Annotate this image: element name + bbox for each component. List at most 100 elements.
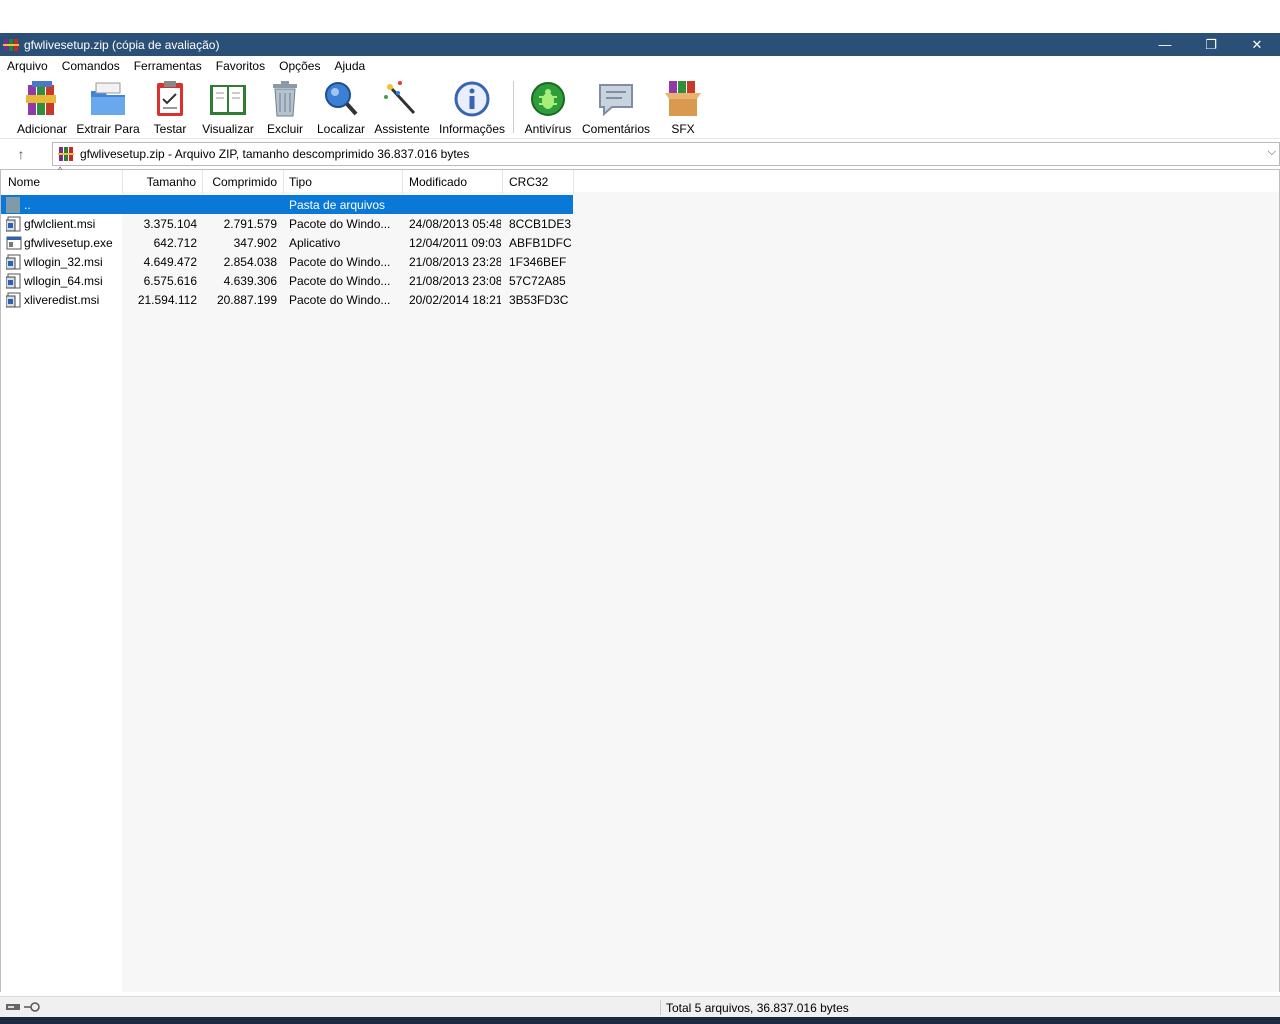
column-header-name[interactable]: Nome ^ [1,165,123,194]
file-name: wllogin_32.msi [24,254,103,269]
address-bar: ↑ gfwlivesetup.zip - Arquivo ZIP, tamanh… [0,141,1280,167]
view-label: Visualizar [202,122,254,136]
file-crc32: 3B53FD3C [509,292,569,307]
menu-comandos[interactable]: Comandos [55,59,127,73]
file-row[interactable]: wllogin_64.msi 6.575.616 4.639.306 Pacote d… [1,271,573,290]
info-icon [452,79,492,119]
file-modified: 21/08/2013 23:28 [409,254,501,269]
file-size: 6.575.616 [143,273,197,288]
comment-icon [596,79,636,119]
file-name: gfwlclient.msi [24,216,96,231]
file-name: gfwlivesetup.exe [24,235,113,250]
file-list: Nome ^ Tamanho Comprimido Tipo Modificad… [0,165,1280,992]
delete-label: Excluir [266,122,303,136]
view-book-icon [208,79,248,119]
file-name: .. [24,197,31,212]
info-button[interactable]: Informações [438,79,506,137]
file-row[interactable]: xliveredist.msi 21.594.112 20.887.199 Pacot… [1,290,573,309]
find-label: Localizar [316,122,366,136]
test-button[interactable]: Testar [150,79,190,137]
extract-folder-icon [88,79,128,119]
file-row[interactable]: gfwlivesetup.exe 642.712 347.902 Aplicativo… [1,233,573,252]
file-crc32: 1F346BEF [509,254,567,269]
sfx-box-icon [663,79,703,119]
file-packed-size: 347.902 [233,235,277,250]
minimize-button[interactable]: — [1142,33,1188,56]
antivirus-bug-icon [528,79,568,119]
column-header-size[interactable]: Tamanho [123,170,203,194]
add-archive-icon [22,79,62,119]
msi-package-icon [5,216,22,232]
menu-arquivo[interactable]: Arquivo [0,59,55,73]
file-type: Pacote do Windo... [289,216,391,231]
file-size [123,195,197,214]
column-header-type[interactable]: Tipo [282,170,403,194]
desktop-top-strip [0,0,1280,33]
view-button[interactable]: Visualizar [200,79,256,137]
file-size: 3.375.104 [143,216,197,231]
comments-button[interactable]: Comentários [580,79,652,137]
parent-folder-row[interactable]: .. Pasta de arquivos [1,195,573,214]
sfx-button[interactable]: SFX [662,79,704,137]
file-type: Pacote do Windo... [289,292,391,307]
column-header-packed[interactable]: Comprimido [203,170,284,194]
status-total-text: Total 5 arquivos, 36.837.016 bytes [666,1001,849,1015]
parent-folder-icon [6,197,22,213]
file-name: xliveredist.msi [24,292,100,307]
file-crc32 [509,195,571,214]
status-separator [660,1000,661,1015]
file-modified: 20/02/2014 18:21 [409,292,501,307]
delete-button[interactable]: Excluir [264,79,306,137]
wizard-label: Assistente [374,122,430,136]
add-button[interactable]: Adicionar [14,79,70,137]
extract-to-label: Extrair Para [76,122,140,136]
name-column-background [1,192,122,992]
taskbar [0,1017,1280,1024]
close-button[interactable]: ✕ [1234,33,1280,56]
file-row[interactable]: gfwlclient.msi 3.375.104 2.791.579 Pacote d… [1,214,573,233]
file-modified: 21/08/2013 23:08 [409,273,501,288]
wizard-button[interactable]: Assistente [374,79,430,137]
file-packed-size: 4.639.306 [223,273,277,288]
menu-ferramentas[interactable]: Ferramentas [127,59,209,73]
file-modified: 24/08/2013 05:48 [409,216,501,231]
antivirus-button[interactable]: Antivírus [522,79,574,137]
trash-icon [265,79,305,119]
menu-favoritos[interactable]: Favoritos [209,59,272,73]
winrar-app-icon [3,37,19,53]
add-label: Adicionar [16,122,68,136]
title-bar[interactable]: gfwlivesetup.zip (cópia de avaliação) — … [0,33,1280,56]
restore-button[interactable]: ❐ [1188,33,1234,56]
file-type: Pacote do Windo... [289,254,391,269]
extract-to-button[interactable]: Extrair Para [76,79,140,137]
file-type: Pasta de arquivos [289,197,386,212]
magic-wand-icon [382,79,422,119]
file-packed-size: 20.887.199 [216,292,277,307]
test-clipboard-icon [150,79,190,119]
file-size: 642.712 [153,235,197,250]
msi-package-icon [5,254,22,270]
chevron-down-icon[interactable]: ⌵ [1268,146,1276,159]
file-packed-size: 2.854.038 [223,254,277,269]
up-arrow-button[interactable]: ↑ [10,144,32,164]
path-combobox[interactable]: gfwlivesetup.zip - Arquivo ZIP, tamanho … [52,142,1280,166]
menu-ajuda[interactable]: Ajuda [327,59,372,73]
window-title: gfwlivesetup.zip (cópia de avaliação) [24,37,220,52]
archive-path-text: gfwlivesetup.zip - Arquivo ZIP, tamanho … [80,147,470,161]
file-crc32: ABFB1DFC [509,235,571,250]
drive-icon[interactable] [6,1001,20,1015]
find-button[interactable]: Localizar [315,79,367,137]
file-row[interactable]: wllogin_32.msi 4.649.472 2.854.038 Pacote d… [1,252,573,271]
file-packed-size: 2.791.579 [223,216,277,231]
test-label: Testar [153,122,187,136]
column-header-crc32[interactable]: CRC32 [502,170,574,194]
column-header-modified[interactable]: Modificado [402,170,503,194]
file-packed-size [203,195,277,214]
key-icon[interactable] [24,1001,40,1015]
msi-package-icon [5,273,22,289]
toolbar: Adicionar Extrair Para Testar Visualizar… [0,75,1280,139]
magnifier-icon [321,79,361,119]
menu-opcoes[interactable]: Opções [272,59,327,73]
status-bar: Total 5 arquivos, 36.837.016 bytes [0,996,1280,1017]
toolbar-separator [513,81,514,133]
